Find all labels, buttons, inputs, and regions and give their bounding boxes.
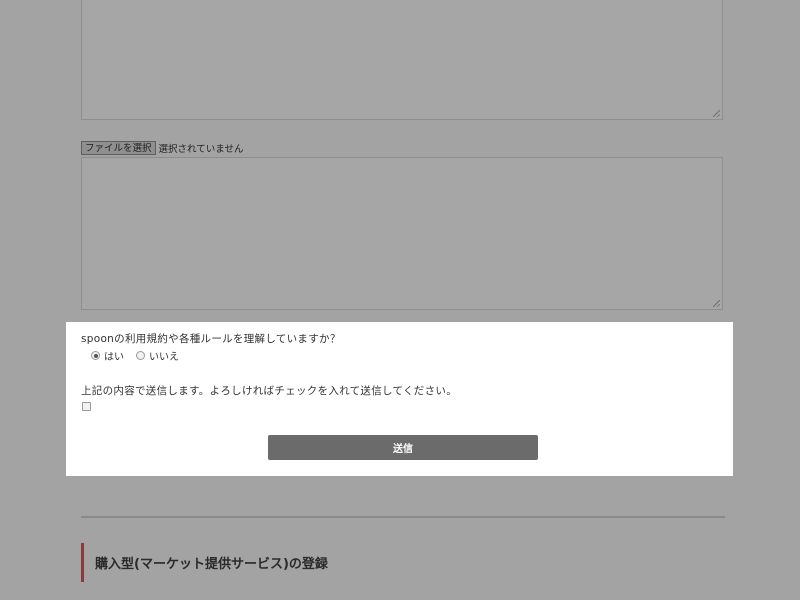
file-input-row: ファイルを選択 選択されていません [81, 140, 243, 156]
radio-no[interactable] [136, 351, 145, 360]
confirmation-dialog: spoonの利用規約や各種ルールを理解していますか？ はい いいえ 上記の内容で… [66, 322, 733, 476]
submit-button[interactable]: 送信 [268, 435, 538, 460]
section-divider [81, 516, 725, 518]
radio-yes[interactable] [91, 351, 100, 360]
message-textarea[interactable] [81, 0, 723, 120]
confirm-instruction: 上記の内容で送信します。よろしければチェックを入れて送信してください。 [81, 385, 458, 397]
file-status-text: 選択されていません [158, 144, 244, 155]
section-heading: 購入型(マーケット提供サービス)の登録 [81, 543, 328, 582]
page: ファイルを選択 選択されていません spoonの利用規約や各種ルールを理解してい… [0, 0, 800, 600]
radio-yes-label[interactable]: はい [104, 348, 124, 363]
resize-grip-icon[interactable] [713, 110, 720, 117]
resize-grip-icon[interactable] [713, 300, 720, 307]
radio-no-label[interactable]: いいえ [149, 348, 179, 363]
terms-radio-group: はい いいえ [91, 348, 191, 363]
terms-question: spoonの利用規約や各種ルールを理解していますか？ [81, 333, 341, 345]
choose-file-button[interactable]: ファイルを選択 [81, 141, 156, 155]
confirm-checkbox[interactable] [82, 402, 91, 411]
details-textarea[interactable] [81, 157, 723, 310]
